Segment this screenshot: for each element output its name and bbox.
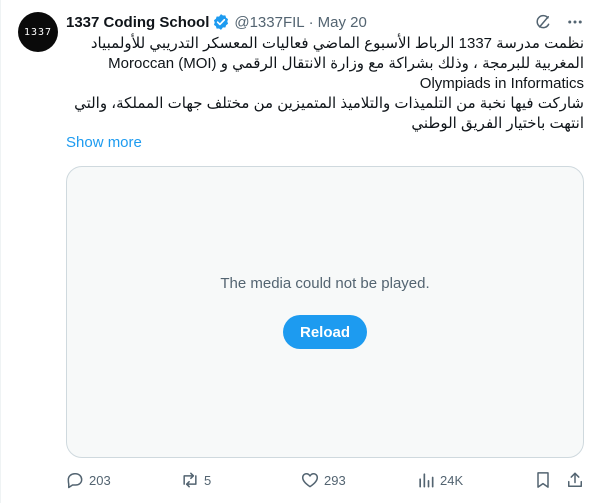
reply-count: 203: [89, 472, 111, 488]
media-error-message: The media could not be played.: [220, 275, 430, 292]
views-button[interactable]: 24K: [416, 468, 463, 492]
bookmark-button[interactable]: [533, 468, 553, 492]
media-container: The media could not be played. Reload: [66, 166, 584, 458]
repost-icon: [180, 470, 200, 490]
tweet-text-line: المغربية للبرمجة ، وذلك بشراكة مع وزارة …: [108, 55, 584, 72]
repost-count: 5: [204, 472, 212, 488]
show-more-link[interactable]: Show more: [66, 134, 142, 151]
repost-button[interactable]: 5: [180, 468, 211, 492]
verified-badge-icon: [212, 13, 230, 31]
tweet-text-line: انتهت باختيار الفريق الوطني: [411, 115, 584, 132]
tweet-top-actions: [533, 12, 585, 32]
share-button[interactable]: [565, 468, 585, 492]
grok-icon[interactable]: [533, 12, 553, 32]
tweet-text-line: نظمت مدرسة 1337 الرباط الأسبوع الماضي فع…: [90, 35, 584, 52]
tweet-text-line: Olympiads in Informatics: [419, 75, 584, 92]
tweet-card[interactable]: 1337 1337 Coding School @1337FIL · May 2…: [0, 0, 599, 503]
like-count: 293: [324, 472, 346, 488]
reload-button[interactable]: Reload: [283, 315, 367, 349]
like-button[interactable]: 293: [300, 468, 346, 492]
like-icon: [300, 470, 320, 490]
tweet-date[interactable]: May 20: [318, 14, 367, 31]
bookmark-icon: [533, 470, 553, 490]
separator-dot: ·: [308, 13, 314, 31]
avatar-logo-text: 1337: [23, 26, 53, 38]
tweet-actions-bar: 203 5 293 24K: [63, 468, 591, 492]
views-icon: [416, 470, 436, 490]
more-icon[interactable]: [565, 12, 585, 32]
author-handle[interactable]: @1337FIL: [234, 14, 304, 31]
avatar[interactable]: 1337: [18, 12, 58, 52]
views-count: 24K: [440, 472, 464, 488]
tweet-header: 1337 Coding School @1337FIL · May 20: [66, 12, 367, 32]
tweet-text-line: شاركت فيها نخبة من التلميذات والتلاميذ ا…: [74, 95, 584, 112]
tweet-text: نظمت مدرسة 1337 الرباط الأسبوع الماضي فع…: [66, 34, 584, 134]
reply-icon: [65, 470, 85, 490]
reply-button[interactable]: 203: [65, 468, 111, 492]
author-name[interactable]: 1337 Coding School: [66, 14, 209, 31]
share-icon: [565, 470, 585, 490]
